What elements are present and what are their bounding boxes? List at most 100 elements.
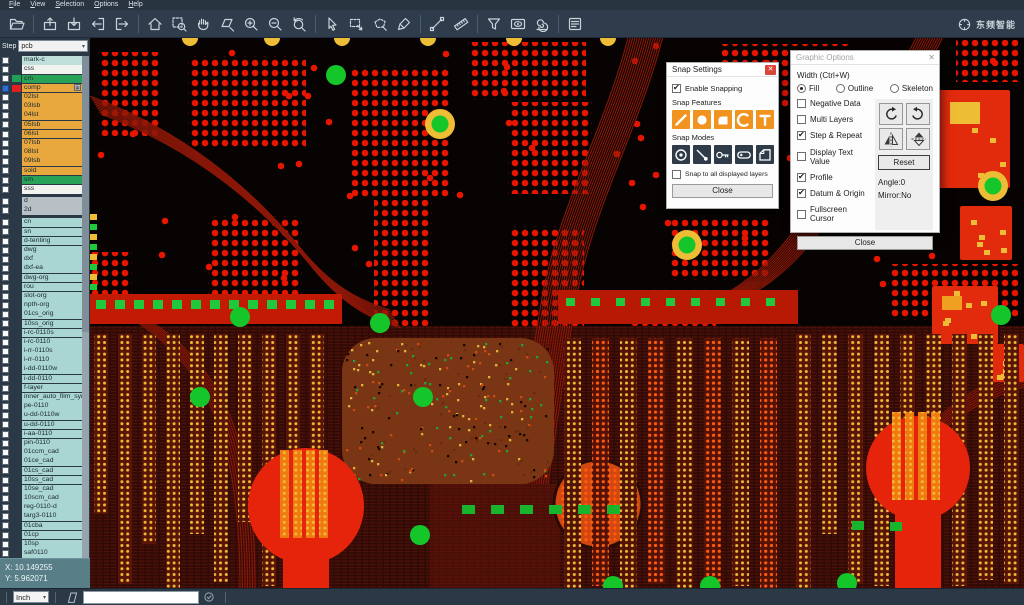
layer-visibility-checkbox[interactable] <box>2 513 9 520</box>
layer-row-sm[interactable]: sm <box>0 175 90 184</box>
layer-row-cn[interactable]: cn <box>0 218 90 227</box>
layer-row-cm[interactable]: cm <box>0 74 90 83</box>
notes-panel-icon[interactable] <box>563 13 587 35</box>
layer-row-01ce_cad[interactable]: 01ce_cad <box>0 457 90 466</box>
snap-corner-button[interactable] <box>756 145 774 164</box>
layer-row-04lst[interactable]: 04lst <box>0 111 90 120</box>
layer-row-dwg[interactable]: dwg <box>0 246 90 255</box>
zoom-out-icon[interactable] <box>263 13 287 35</box>
layer-visibility-checkbox[interactable] <box>2 140 9 147</box>
layer-visibility-checkbox[interactable] <box>2 228 9 235</box>
snap-center-button[interactable] <box>672 145 690 164</box>
layer-visibility-checkbox[interactable] <box>2 330 9 337</box>
layer-row-05lsb[interactable]: 05lsb <box>0 120 90 129</box>
snap-line-button[interactable] <box>672 110 690 129</box>
layer-row-01cba[interactable]: 01cba <box>0 521 90 530</box>
layer-color-swatch[interactable] <box>12 75 21 82</box>
snap-all-layers-option[interactable]: Snap to all displayed layers <box>672 170 773 179</box>
layer-visibility-checkbox[interactable] <box>2 167 9 174</box>
export-right-icon[interactable] <box>110 13 134 35</box>
layer-row-i-aa-0110[interactable]: i-aa-0110 <box>0 430 90 439</box>
layer-visibility-checkbox[interactable] <box>2 550 9 557</box>
layer-row-sn[interactable]: sn <box>0 227 90 236</box>
layer-row-rou[interactable]: rou <box>0 283 90 292</box>
layer-visibility-checkbox[interactable] <box>2 339 9 346</box>
rotate-cw-button[interactable] <box>879 103 903 125</box>
layer-row-10scm_cad[interactable]: 10scm_cad <box>0 494 90 503</box>
menu-file[interactable]: File <box>4 0 25 10</box>
brush-icon[interactable] <box>392 13 416 35</box>
layer-row-pin-0110[interactable]: pin-0110 <box>0 439 90 448</box>
layer-visibility-checkbox[interactable] <box>2 467 9 474</box>
filter-funnel-icon[interactable] <box>482 13 506 35</box>
layer-row-d[interactable]: d <box>0 197 90 206</box>
layer-row-i-rr-0110s[interactable]: i-rr-0110s <box>0 347 90 356</box>
mirror-vertical-button[interactable] <box>906 128 930 150</box>
snap-all-layers-checkbox[interactable] <box>672 170 681 179</box>
snap-surface-button[interactable] <box>714 110 732 129</box>
layer-visibility-checkbox[interactable] <box>2 103 9 110</box>
select-rect-icon[interactable] <box>344 13 368 35</box>
layer-visibility-checkbox[interactable] <box>2 486 9 493</box>
snap-settings-title[interactable]: Snap Settings <box>667 63 778 77</box>
layer-visibility-checkbox[interactable] <box>2 198 9 205</box>
option-multi-layers[interactable]: Multi Layers <box>797 115 871 124</box>
layer-row-u-dd-0110w[interactable]: u-dd-0110w <box>0 411 90 420</box>
layer-row-npth-org[interactable]: npth-org <box>0 301 90 310</box>
layer-visibility-checkbox[interactable] <box>2 149 9 156</box>
layer-visibility-checkbox[interactable] <box>2 94 9 101</box>
layer-row-10ss_cad[interactable]: 10ss_cad <box>0 475 90 484</box>
layer-visibility-checkbox[interactable] <box>2 541 9 548</box>
snap-text-button[interactable] <box>756 110 774 129</box>
layer-row-10sp[interactable]: 10sp <box>0 540 90 549</box>
layer-row-mark-c[interactable]: mark-c <box>0 56 90 65</box>
layer-visibility-checkbox[interactable] <box>2 75 9 82</box>
close-icon[interactable]: ✕ <box>928 53 935 62</box>
enable-snapping-checkbox[interactable] <box>672 84 681 93</box>
layer-visibility-checkbox[interactable] <box>2 66 9 73</box>
layer-row-01cs_orig[interactable]: 01cs_orig <box>0 310 90 319</box>
eye-preview-icon[interactable] <box>506 13 530 35</box>
layer-visibility-checkbox[interactable] <box>2 385 9 392</box>
snap-magnet-icon[interactable] <box>530 13 554 35</box>
layer-row-comp[interactable]: comp▦ <box>0 84 90 93</box>
layer-row-09lsb[interactable]: 09lsb <box>0 157 90 166</box>
radio-skeleton[interactable]: Skeleton <box>890 84 933 93</box>
layer-visibility-checkbox[interactable] <box>2 274 9 281</box>
layer-row-02lst[interactable]: 02lst <box>0 93 90 102</box>
layer-visibility-checkbox[interactable] <box>2 440 9 447</box>
import-left-icon[interactable] <box>86 13 110 35</box>
layer-row-01cs_cad[interactable]: 01cs_cad <box>0 466 90 475</box>
layer-row-dxf-ea[interactable]: dxf-ea <box>0 264 90 273</box>
layer-row-03lsb[interactable]: 03lsb <box>0 102 90 111</box>
menu-options[interactable]: Options <box>89 0 123 10</box>
layer-visibility-checkbox[interactable] <box>2 177 9 184</box>
layer-visibility-checkbox[interactable] <box>2 247 9 254</box>
layer-row-slot-org[interactable]: slot-org <box>0 292 90 301</box>
layer-color-swatch[interactable] <box>12 85 21 92</box>
snap-endpoint-button[interactable] <box>693 145 711 164</box>
option-fullscreen-cursor[interactable]: Fullscreen Cursor <box>797 205 871 223</box>
zoom-previous-icon[interactable] <box>287 13 311 35</box>
layer-visibility-checkbox[interactable] <box>2 504 9 511</box>
layer-list-scrollbar[interactable] <box>82 56 89 558</box>
menu-selection[interactable]: Selection <box>50 0 89 10</box>
snap-close-button[interactable]: Close <box>672 184 773 198</box>
layer-visibility-checkbox[interactable] <box>2 357 9 364</box>
layer-visibility-checkbox[interactable] <box>2 186 9 193</box>
layer-row-f-layer[interactable]: f-layer <box>0 384 90 393</box>
layer-visibility-checkbox[interactable] <box>2 256 9 263</box>
layer-visibility-checkbox[interactable] <box>2 449 9 456</box>
layer-visibility-checkbox[interactable] <box>2 495 9 502</box>
radio-fill[interactable]: Fill <box>797 84 819 93</box>
layer-visibility-checkbox[interactable] <box>2 284 9 291</box>
graphic-close-button[interactable]: Close <box>797 236 933 250</box>
layer-row-i-rc-0110s[interactable]: i-rc-0110s <box>0 328 90 337</box>
box-arrow-down-icon[interactable] <box>62 13 86 35</box>
layer-row-sss[interactable]: sss <box>0 185 90 194</box>
layer-row-01ccm_cad[interactable]: 01ccm_cad <box>0 448 90 457</box>
menu-view[interactable]: View <box>25 0 50 10</box>
layer-visibility-checkbox[interactable] <box>2 421 9 428</box>
snap-arc-button[interactable] <box>735 110 753 129</box>
measure-line-icon[interactable] <box>425 13 449 35</box>
